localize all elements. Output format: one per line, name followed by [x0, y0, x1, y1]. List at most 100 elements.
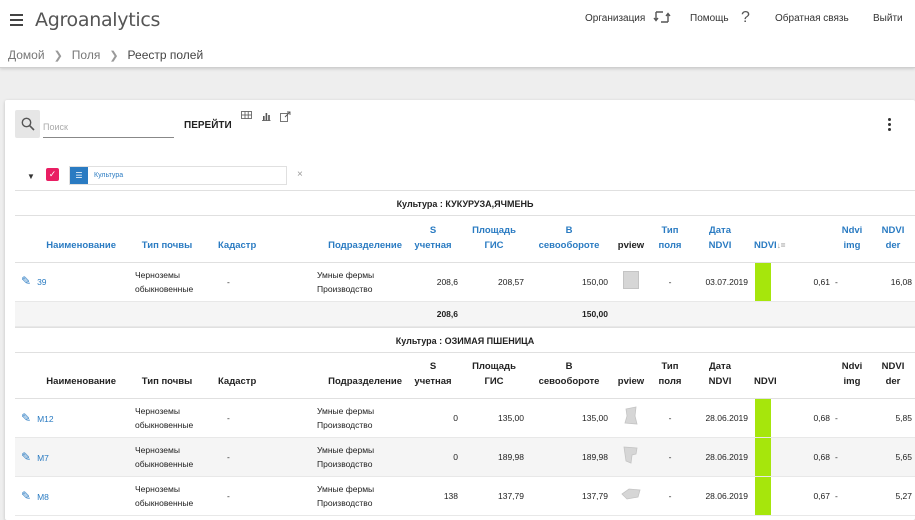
col-label: Ndvi — [841, 224, 863, 236]
pview-cell — [611, 476, 651, 516]
breadcrumb: Домой ❯ Поля ❯ Реестр полей — [8, 48, 203, 62]
edit-pencil-icon[interactable]: ✎ — [21, 274, 31, 288]
table-view-icon[interactable] — [241, 111, 252, 121]
ndvi-cell: 0,67 — [775, 476, 833, 516]
field-thumbnail[interactable] — [622, 406, 640, 426]
col-rotation[interactable]: Всевообороте — [527, 352, 611, 399]
field-thumbnail[interactable] — [623, 270, 639, 289]
ndvi-color-indicator — [755, 399, 771, 437]
col-label: der — [885, 376, 901, 387]
col-label: S — [429, 224, 437, 236]
col-ndvi[interactable]: NDVI↓= — [751, 216, 785, 263]
group-header: Культура : КУКУРУЗА,ЯЧМЕНЬ — [15, 190, 915, 216]
group-table: Наименование Тип почвы Кадастр Подраздел… — [15, 352, 915, 516]
s-accounting-cell: 138 — [405, 476, 461, 516]
search-button[interactable] — [15, 110, 40, 138]
field-name-link[interactable]: 39 — [37, 277, 46, 287]
col-rotation[interactable]: Всевообороте — [527, 216, 611, 263]
col-label: учетная — [414, 239, 452, 251]
group-total-row: 208,6 150,00 — [15, 301, 915, 327]
feedback-link[interactable]: Обратная связь — [775, 13, 849, 24]
col-field-type[interactable]: Тип поля — [651, 216, 689, 263]
switch-organization-icon[interactable] — [653, 9, 671, 30]
sort-desc-icon[interactable]: ↓= — [777, 241, 786, 250]
col-ndvi-date[interactable]: Дата NDVI — [689, 216, 751, 263]
organization-link[interactable]: Организация — [585, 13, 645, 24]
ndvi-img-cell: - — [833, 262, 871, 302]
filter-chip-culture[interactable]: ☰ Культура — [69, 166, 287, 185]
soil-cell: Черноземы обыкновенные — [119, 262, 215, 302]
ndvi-color-cell — [751, 476, 775, 516]
field-thumbnail[interactable] — [621, 487, 641, 501]
col-name[interactable]: Наименование — [15, 352, 119, 399]
col-ndvi-img[interactable]: Ndvi img — [833, 352, 871, 399]
ndvi-cell: 0,68 — [775, 437, 833, 477]
ndvi-cell: 0,61 — [775, 262, 833, 302]
group-header: Культура : ОЗИМАЯ ПШЕНИЦА — [15, 326, 915, 353]
edit-pencil-icon[interactable]: ✎ — [21, 450, 31, 464]
table-row[interactable]: ✎ 39 Черноземы обыкновенные - Умные фермы П… — [15, 262, 915, 302]
col-area-gis[interactable]: Площадь ГИС — [461, 216, 527, 263]
ndvi-date-cell: 28.06.2019 — [689, 476, 751, 516]
s-accounting-cell: 0 — [405, 398, 461, 438]
col-label: ГИС — [484, 239, 504, 251]
export-icon[interactable] — [280, 111, 291, 124]
col-label: В — [565, 361, 573, 372]
field-name-link[interactable]: М8 — [37, 492, 49, 502]
s-accounting-cell: 0 — [405, 437, 461, 477]
col-ndvi[interactable]: NDVI — [751, 352, 777, 399]
col-ndvi-der[interactable]: NDVI der — [871, 352, 915, 399]
col-label: Тип — [661, 361, 679, 372]
col-division[interactable]: Подразделение — [295, 352, 405, 399]
col-ndvi-img[interactable]: Ndvi img — [833, 216, 871, 263]
edit-pencil-icon[interactable]: ✎ — [21, 489, 31, 503]
col-ndvi-der[interactable]: NDVI der — [871, 216, 915, 263]
logout-link[interactable]: Выйти — [873, 13, 903, 24]
col-s-accounting[interactable]: Sучетная — [405, 352, 461, 399]
col-s-accounting[interactable]: Sучетная — [405, 216, 461, 263]
search-icon — [21, 117, 35, 131]
col-name[interactable]: Наименование — [15, 216, 119, 263]
cadastre-cell: - — [215, 476, 295, 516]
table-row[interactable]: ✎ М12 Черноземы обыкновенные - Умные фермы… — [15, 398, 915, 438]
edit-pencil-icon[interactable]: ✎ — [21, 411, 31, 425]
chart-view-icon[interactable] — [261, 111, 271, 123]
fields-registry-card: ПЕРЕЙТИ ▼ ✓ ☰ Культура × Культура : КУКУ… — [5, 100, 915, 520]
col-ndvi-date[interactable]: Дата NDVI — [689, 352, 751, 399]
menu-icon[interactable] — [10, 14, 23, 26]
help-link[interactable]: Помощь — [690, 13, 729, 24]
col-field-type[interactable]: Тип поля — [651, 352, 689, 399]
col-label: S — [429, 361, 437, 372]
search-input[interactable] — [43, 116, 174, 138]
ndvi-cell: 0,68 — [775, 398, 833, 438]
table-row[interactable]: ✎ М7 Черноземы обыкновенные - Умные фермы П… — [15, 437, 915, 477]
breadcrumb-fields[interactable]: Поля — [72, 48, 101, 62]
field-thumbnail[interactable] — [622, 445, 640, 465]
field-name-link[interactable]: М12 — [37, 414, 54, 424]
field-name-link[interactable]: М7 — [37, 453, 49, 463]
breadcrumb-home[interactable]: Домой — [8, 48, 45, 62]
col-ndvi-spacer — [775, 352, 833, 399]
col-label: севообороте — [538, 239, 600, 251]
col-division[interactable]: Подразделение — [295, 216, 405, 263]
col-label: Дата — [709, 224, 731, 236]
col-soil[interactable]: Тип почвы — [119, 216, 215, 263]
caret-down-icon[interactable]: ▼ — [27, 172, 35, 181]
col-area-gis[interactable]: Площадь ГИС — [461, 352, 527, 399]
total-s-accounting: 208,6 — [405, 301, 461, 327]
col-soil[interactable]: Тип почвы — [119, 352, 215, 399]
chevron-right-icon: ❯ — [109, 49, 119, 62]
more-vert-icon[interactable] — [888, 118, 892, 133]
ndvi-value: 0,61 — [813, 276, 830, 287]
table-row[interactable]: ✎ М8 Черноземы обыкновенные - Умные фермы П… — [15, 476, 915, 516]
help-icon[interactable]: ? — [741, 9, 750, 27]
col-label: Ndvi — [841, 361, 863, 372]
ndvi-color-indicator — [755, 477, 771, 515]
col-cadastre[interactable]: Кадастр — [215, 216, 295, 263]
area-gis-cell: 208,57 — [461, 262, 527, 302]
close-icon[interactable]: × — [297, 169, 303, 180]
col-cadastre[interactable]: Кадастр — [215, 352, 295, 399]
filter-checkbox[interactable]: ✓ — [46, 168, 59, 181]
ndvi-der-cell: 5,27 — [871, 476, 915, 516]
go-button[interactable]: ПЕРЕЙТИ — [184, 120, 232, 131]
